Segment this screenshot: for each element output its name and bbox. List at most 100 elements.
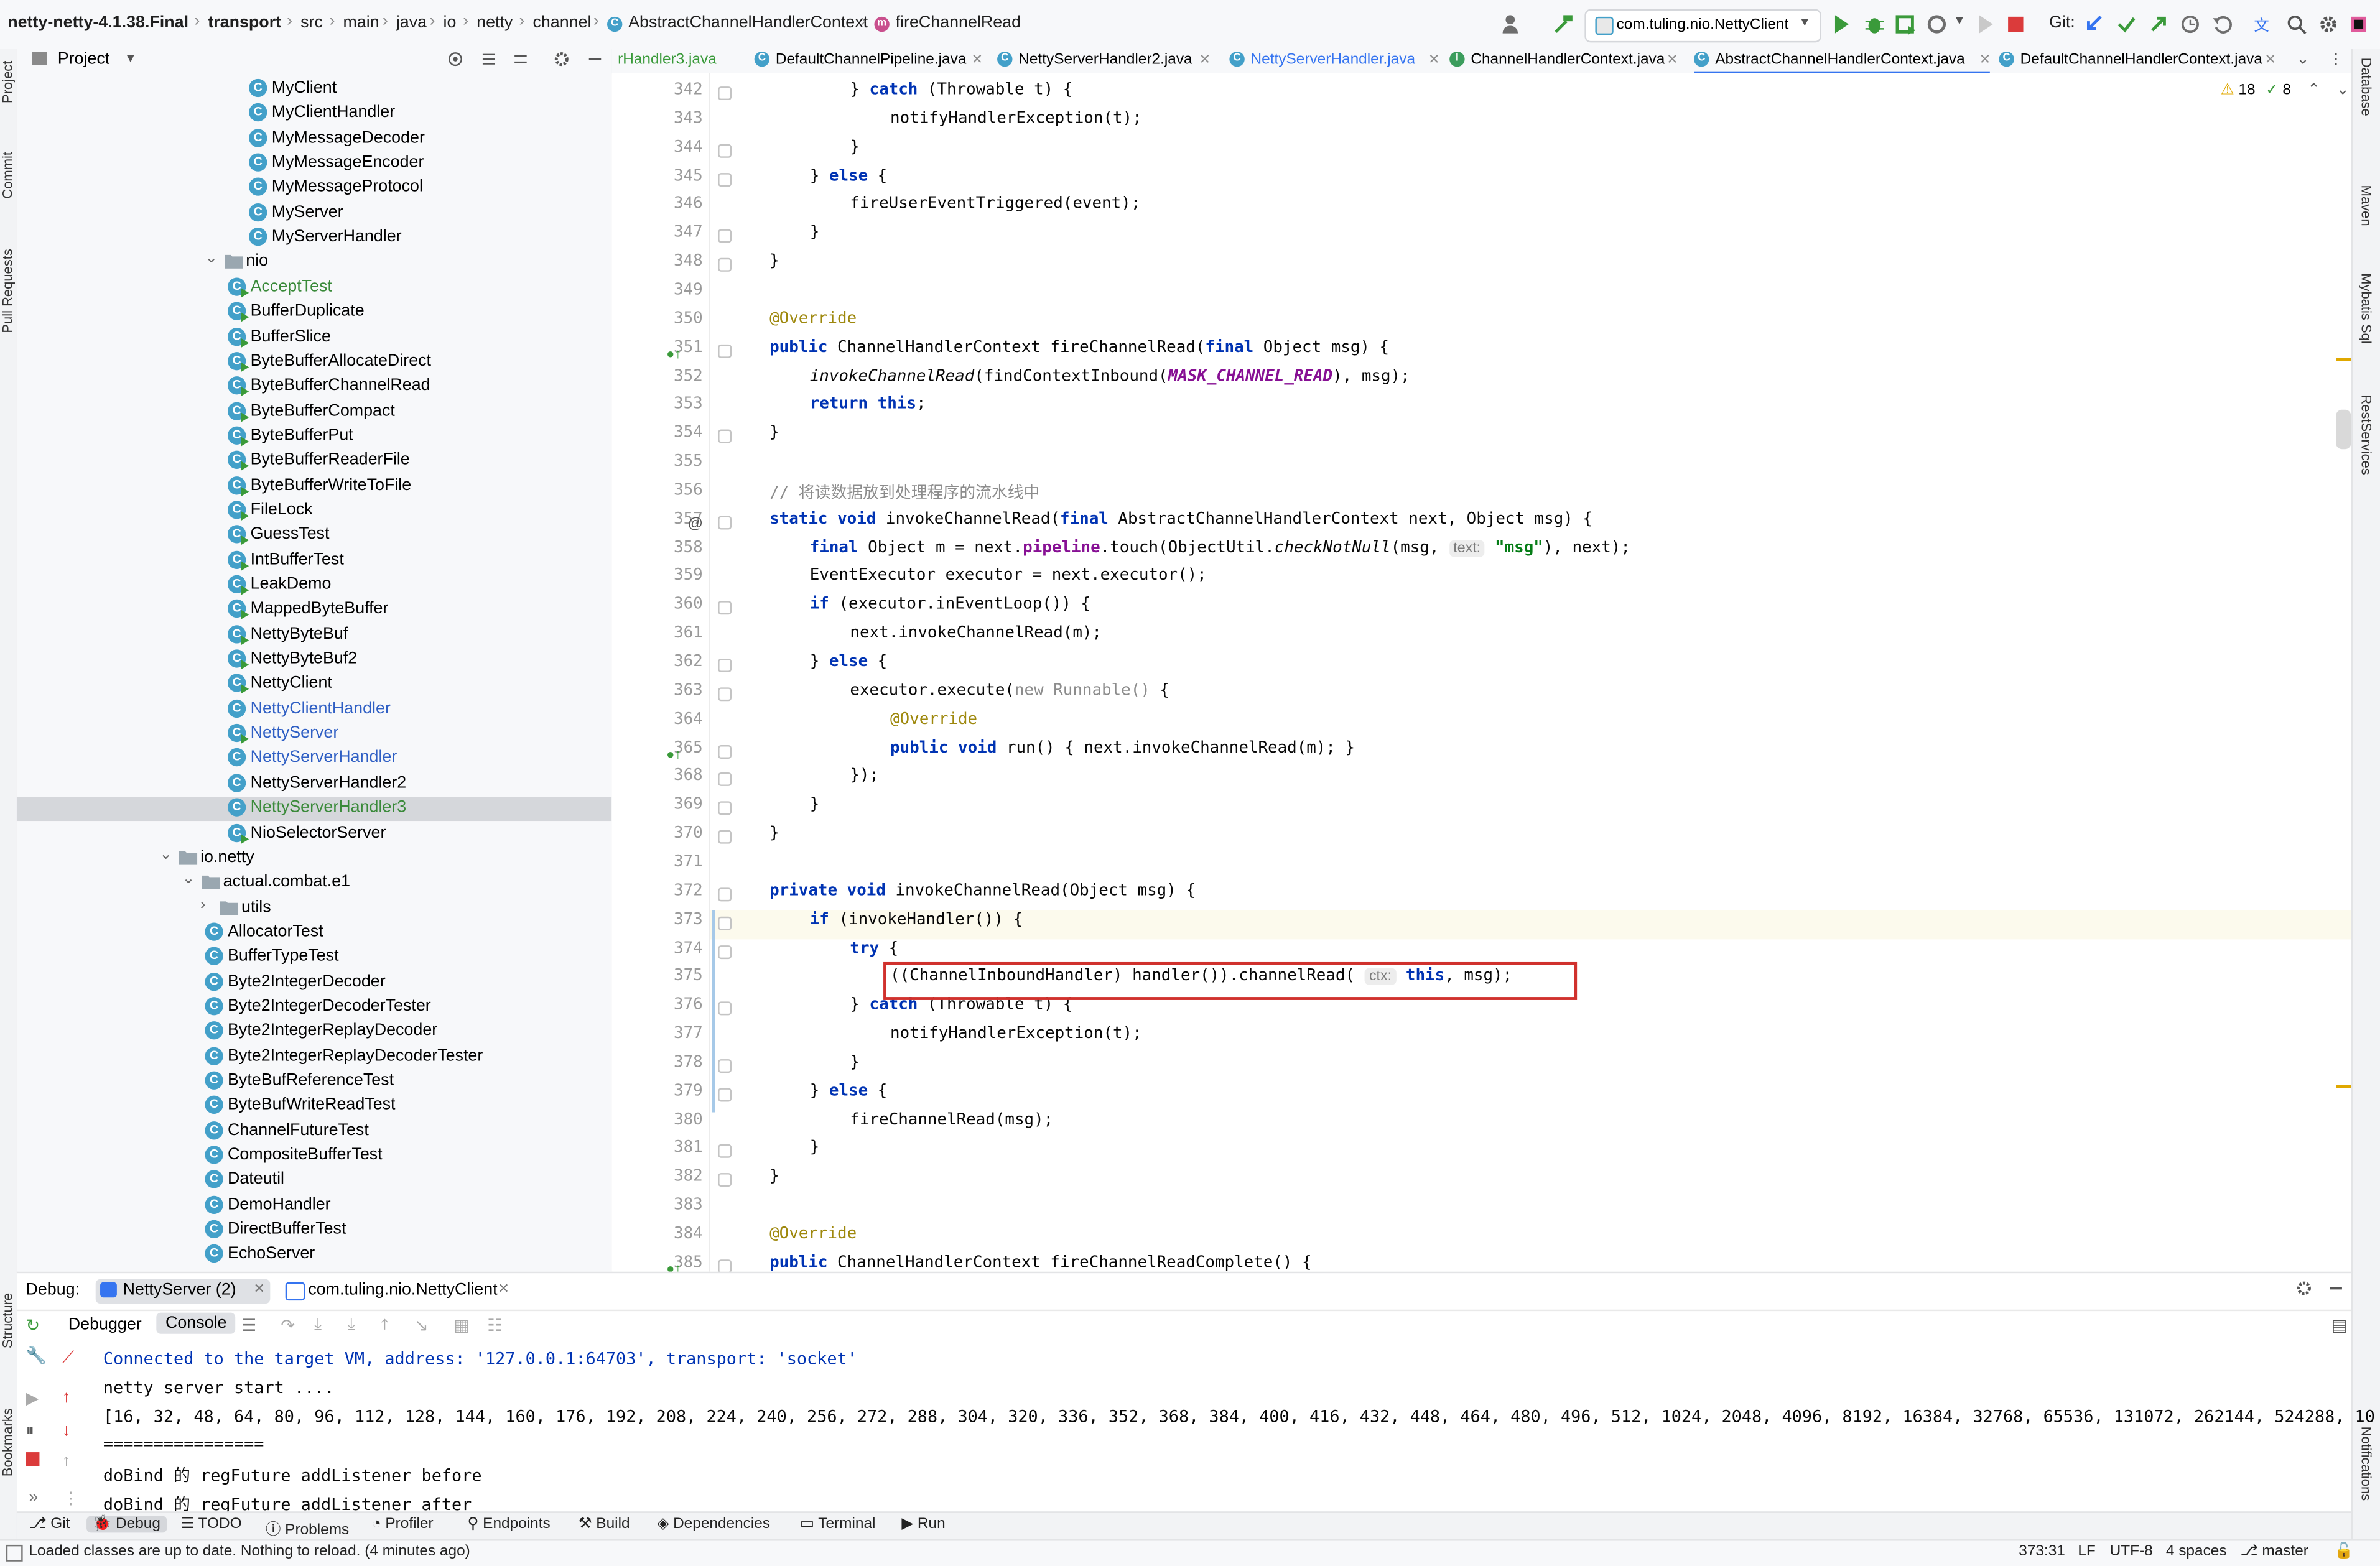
more-icon[interactable]: ⋮: [62, 1489, 79, 1508]
gear-icon[interactable]: [552, 50, 570, 68]
run-to-cursor-icon[interactable]: ↘: [414, 1315, 428, 1335]
run-tool-button[interactable]: ▶ Run: [901, 1516, 945, 1533]
tree-item[interactable]: C ByteBufferReaderFile: [17, 450, 611, 474]
editor-tab[interactable]: C DefaultChannelHandlerContext.java ✕: [1999, 49, 2276, 72]
code-line[interactable]: if (executor.inEventLoop()) {: [810, 595, 1090, 613]
editor-tab[interactable]: rHandler3.java: [618, 49, 739, 72]
stop-icon[interactable]: [26, 1452, 40, 1466]
tree-folder[interactable]: ⌄ actual.combat.e1: [17, 871, 611, 896]
close-icon[interactable]: ✕: [1199, 49, 1211, 72]
code-line[interactable]: @Override: [769, 1225, 857, 1243]
tree-item[interactable]: C MyServerHandler: [17, 226, 611, 251]
tree-item[interactable]: C FileLock: [17, 499, 611, 524]
tree-item[interactable]: C ChannelFutureTest: [17, 1119, 611, 1144]
more-tabs-icon[interactable]: ⋮: [2328, 49, 2343, 72]
collapse-all-icon[interactable]: [511, 50, 529, 68]
profile-icon[interactable]: [1925, 12, 1949, 37]
code-line[interactable]: } else {: [810, 1082, 888, 1100]
tree-folder[interactable]: › utils: [17, 896, 611, 920]
close-icon[interactable]: ✕: [253, 1281, 264, 1297]
history-icon[interactable]: [2178, 12, 2202, 37]
resume-icon[interactable]: [1973, 12, 1997, 37]
tree-item[interactable]: C NettyServerHandler2: [17, 772, 611, 796]
code-line[interactable]: public void run() { next.invokeChannelRe…: [890, 738, 1355, 756]
tree-item[interactable]: C NettyServerHandler: [17, 748, 611, 772]
console-line[interactable]: ================: [103, 1435, 264, 1455]
project-panel-title[interactable]: Project: [58, 50, 110, 68]
console-line[interactable]: doBind 的 regFuture addListener before: [103, 1463, 482, 1488]
fold-marker-icon[interactable]: [718, 1087, 732, 1101]
debug-session-tab-active[interactable]: NettyServer (2) ✕: [95, 1279, 271, 1304]
git-branch[interactable]: ⎇ master: [2240, 1543, 2308, 1560]
code-line[interactable]: executor.execute(new Runnable() {: [850, 681, 1169, 699]
fold-marker-icon[interactable]: [718, 601, 732, 615]
gear-icon[interactable]: [2295, 1279, 2313, 1297]
maven-tool-button[interactable]: Maven: [2359, 185, 2374, 226]
code-line[interactable]: public ChannelHandlerContext fireChannel…: [769, 338, 1389, 356]
code-line[interactable]: } else {: [810, 166, 888, 184]
chevron-down-icon[interactable]: ▼: [124, 52, 136, 65]
code-line[interactable]: static void invokeChannelRead(final Abst…: [769, 509, 1592, 527]
tree-item[interactable]: C MyClientHandler: [17, 102, 611, 126]
tab-list-chevron-icon[interactable]: ⌄: [2297, 49, 2309, 72]
cursor-position[interactable]: 373:31: [2019, 1543, 2065, 1560]
code-line[interactable]: fireUserEventTriggered(event);: [850, 195, 1140, 213]
fold-marker-icon[interactable]: [718, 944, 732, 958]
bookmarks-tool-button[interactable]: Bookmarks: [0, 1408, 15, 1476]
git-update-icon[interactable]: [2083, 12, 2107, 37]
structure-tool-button[interactable]: Structure: [0, 1293, 15, 1348]
hide-panel-icon[interactable]: [2327, 1279, 2345, 1297]
pause-icon[interactable]: ⏸: [26, 1422, 34, 1442]
warning-stripe[interactable]: [2336, 358, 2351, 361]
code-line[interactable]: private void invokeChannelRead(Object ms…: [769, 881, 1196, 899]
code-line[interactable]: }: [810, 223, 820, 241]
chevron-down-icon[interactable]: ⌄: [182, 872, 197, 887]
breadcrumb-channel[interactable]: channel: [532, 14, 591, 32]
console-line[interactable]: Connected to the target VM, address: '12…: [103, 1349, 857, 1369]
force-step-into-icon[interactable]: ⤓: [348, 1315, 355, 1335]
indent-setting[interactable]: 4 spaces: [2166, 1543, 2227, 1560]
close-icon[interactable]: ✕: [1428, 49, 1439, 72]
editor-tab[interactable]: C DefaultChannelPipeline.java ✕: [754, 49, 983, 72]
debugger-tab[interactable]: Debugger: [68, 1315, 142, 1333]
editor-tab-active[interactable]: C AbstractChannelHandlerContext.java ✕: [1694, 49, 1991, 75]
fold-marker-icon[interactable]: [718, 1059, 732, 1073]
todo-tool-button[interactable]: ☰ TODO: [180, 1516, 241, 1533]
fold-marker-icon[interactable]: [718, 86, 732, 101]
resume-icon[interactable]: ▶: [26, 1389, 39, 1408]
tree-item[interactable]: C NettyClientHandler: [17, 698, 611, 722]
tree-item[interactable]: C MyMessageEncoder: [17, 152, 611, 176]
code-line[interactable]: notifyHandlerException(t);: [890, 1024, 1142, 1042]
problems-tool-button[interactable]: ⓘ Problems: [266, 1516, 349, 1539]
code-line[interactable]: EventExecutor executor = next.executor()…: [810, 567, 1207, 585]
tree-item[interactable]: C NettyServer: [17, 723, 611, 747]
fold-marker-icon[interactable]: [718, 801, 732, 815]
breadcrumb-src[interactable]: src: [300, 14, 323, 32]
tree-item[interactable]: C Dateutil: [17, 1169, 611, 1193]
dependencies-tool-button[interactable]: ◈ Dependencies: [658, 1516, 771, 1533]
fold-marker-icon[interactable]: [718, 172, 732, 187]
more-icon[interactable]: »: [29, 1489, 38, 1507]
file-encoding[interactable]: UTF-8: [2110, 1543, 2153, 1560]
tree-folder[interactable]: ⌄ nio: [17, 251, 611, 276]
tree-item[interactable]: C MappedByteBuffer: [17, 598, 611, 623]
fold-marker-icon[interactable]: [718, 915, 732, 930]
override-gutter-icon[interactable]: ●↑: [666, 1261, 681, 1272]
fold-marker-icon[interactable]: [718, 1144, 732, 1159]
close-icon[interactable]: ✕: [972, 49, 983, 72]
arrow-up-icon[interactable]: ↑: [62, 1452, 70, 1470]
tree-item[interactable]: C ByteBufferChannelRead: [17, 375, 611, 399]
build-hammer-icon[interactable]: [1551, 12, 1576, 37]
rollback-icon[interactable]: [2210, 12, 2234, 37]
code-line[interactable]: } else {: [810, 652, 888, 670]
warning-stripe[interactable]: [2336, 1085, 2351, 1088]
code-line[interactable]: } catch (Throwable t) {: [850, 80, 1072, 98]
lock-icon[interactable]: 🔓: [2335, 1543, 2353, 1560]
console-line[interactable]: [16, 32, 48, 64, 80, 96, 112, 128, 144, …: [103, 1406, 2375, 1426]
chevron-down-icon[interactable]: ⌄: [159, 847, 174, 863]
fold-marker-icon[interactable]: [718, 887, 732, 901]
code-line[interactable]: }: [810, 795, 820, 813]
git-tool-button[interactable]: ⎇ Git: [29, 1516, 70, 1533]
tree-item[interactable]: C AcceptTest: [17, 276, 611, 300]
account-icon[interactable]: [1500, 12, 1524, 37]
